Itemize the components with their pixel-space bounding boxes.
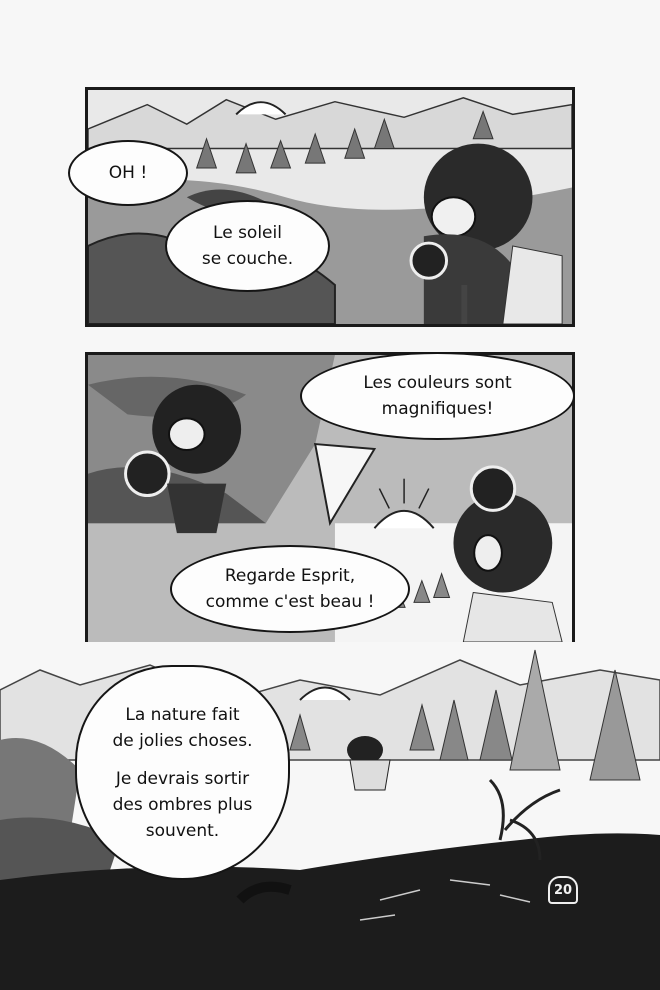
bubble-line: des ombres plus: [112, 794, 253, 815]
bubble-line: Regarde Esprit,: [224, 566, 356, 586]
panel-1-sunset-over-forest: [85, 87, 575, 327]
bubble-line: comme c'est beau !: [205, 592, 375, 612]
bubble-line: Je devrais sortir: [115, 768, 250, 789]
speech-bubble-sunset: Le soleil se couche.: [165, 200, 330, 292]
page-number: 20: [548, 876, 578, 904]
speech-bubble-nature: La nature fait de jolies choses. Je devr…: [75, 665, 290, 880]
speech-bubble-colors: Les couleurs sont magnifiques!: [300, 352, 575, 440]
panel-1-illustration: [88, 90, 572, 324]
bubble-line: se couche.: [201, 249, 294, 269]
bubble-line: Le soleil: [213, 223, 282, 243]
bubble-line: magnifiques!: [381, 399, 494, 419]
speech-bubble-look-esprit: Regarde Esprit, comme c'est beau !: [170, 545, 410, 633]
bubble-line: de jolies choses.: [112, 730, 253, 751]
bubble-line: La nature fait: [125, 704, 240, 725]
bubble-line: souvent.: [145, 820, 220, 841]
bubble-line: OH !: [108, 163, 148, 183]
speech-bubble-oh: OH !: [68, 140, 188, 206]
bubble-line: Les couleurs sont: [363, 373, 512, 393]
